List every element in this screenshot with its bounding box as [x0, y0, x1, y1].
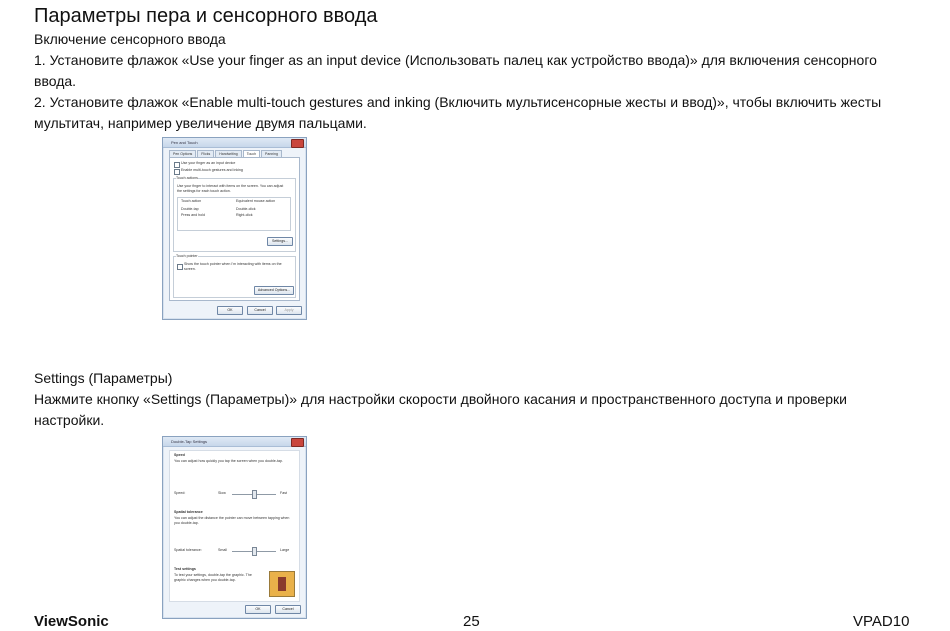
section-heading-settings: Settings (Параметры) [34, 370, 173, 386]
row-press-hold: Press and hold [181, 213, 205, 217]
spatial-title: Spatial tolerance [174, 510, 203, 514]
page-title: Параметры пера и сенсорного ввода [34, 5, 378, 27]
finger-input-checkbox [174, 162, 180, 168]
touch-actions-group: Touch actions Use your finger to interac… [173, 176, 296, 252]
row-right-click: Right-click [236, 213, 253, 217]
dialog-title: Pen and Touch [171, 140, 198, 145]
spatial-large-label: Large [280, 548, 290, 552]
tab-flicks: Flicks [197, 150, 215, 157]
step-1: 1. Установите флажок «Use your finger as… [34, 52, 877, 89]
test-graphic [269, 571, 295, 597]
touch-pointer-group: Touch pointer Show the touch pointer whe… [173, 254, 296, 298]
speed-slider-thumb [252, 490, 257, 499]
touch-actions-title: Touch actions [176, 176, 198, 181]
multitouch-label: Enable multi-touch gestures and inking [181, 168, 243, 172]
cancel-button: Cancel [247, 306, 273, 315]
spatial-slider-thumb [252, 547, 257, 556]
double-tap-dialog-screenshot: Double-Tap Settings Speed You can adjust… [162, 436, 307, 619]
tab-panning: Panning [261, 150, 282, 157]
touch-actions-list: Touch action Equivalent mouse action Dou… [177, 197, 291, 231]
test-title: Test settings [174, 567, 196, 571]
touch-pointer-title: Touch pointer [176, 254, 198, 259]
page-number: 25 [463, 613, 480, 630]
cancel-button: Cancel [275, 605, 301, 614]
speed-fast-label: Fast [280, 491, 287, 495]
dialog2-titlebar: Double-Tap Settings [163, 437, 306, 447]
speed-desc: You can adjust how quickly you tap the s… [174, 459, 283, 463]
speed-label: Speed: [174, 491, 186, 495]
close-icon [291, 438, 304, 447]
double-tap-panel: Speed You can adjust how quickly you tap… [169, 450, 300, 602]
dialog-tabs: Pen Options Flicks Handwriting Touch Pan… [169, 150, 300, 157]
row-double-tap: Double-tap [181, 207, 199, 211]
dialog-titlebar: Pen and Touch [163, 138, 306, 148]
settings-button: Settings... [267, 237, 293, 246]
spatial-small-label: Small [218, 548, 227, 552]
col-mouse-action: Equivalent mouse action [236, 199, 276, 203]
settings-description: Нажмите кнопку «Settings (Параметры)» дл… [34, 391, 847, 428]
footer-brand: ViewSonic [34, 613, 109, 630]
advanced-options-button: Advanced Options... [254, 286, 294, 295]
close-icon [291, 139, 304, 148]
ok-button: OK [245, 605, 271, 614]
row-double-click: Double-click [236, 207, 256, 211]
test-desc: To test your settings, double-tap the gr… [174, 573, 252, 582]
dialog2-title: Double-Tap Settings [171, 439, 208, 444]
speed-slow-label: Slow [218, 491, 226, 495]
finger-input-label: Use your finger as an input device [181, 161, 236, 165]
tab-pen-options: Pen Options [169, 150, 197, 157]
door-icon [278, 577, 286, 591]
speed-title: Speed [174, 453, 185, 457]
footer-model: VPAD10 [853, 613, 910, 630]
step-2: 2. Установите флажок «Enable multi-touch… [34, 94, 882, 131]
pen-touch-dialog-screenshot: Pen and Touch Pen Options Flicks Handwri… [162, 137, 307, 320]
ok-button: OK [217, 306, 243, 315]
spatial-desc: You can adjust the distance the pointer … [174, 516, 290, 525]
touch-actions-desc: Use your finger to interact with items o… [177, 184, 284, 193]
touch-pointer-checkbox [177, 264, 183, 270]
tab-handwriting: Handwriting [215, 150, 242, 157]
section-heading-touch: Включение сенсорного ввода [34, 31, 226, 47]
multitouch-checkbox [174, 169, 180, 175]
apply-button: Apply [276, 306, 302, 315]
touch-pointer-label: Show the touch pointer when I'm interact… [184, 262, 282, 271]
touch-tab-panel: Use your finger as an input device Enabl… [169, 157, 300, 301]
tab-touch: Touch [242, 150, 261, 157]
spatial-label: Spatial tolerance: [174, 548, 202, 552]
col-touch-action: Touch action [181, 199, 202, 203]
